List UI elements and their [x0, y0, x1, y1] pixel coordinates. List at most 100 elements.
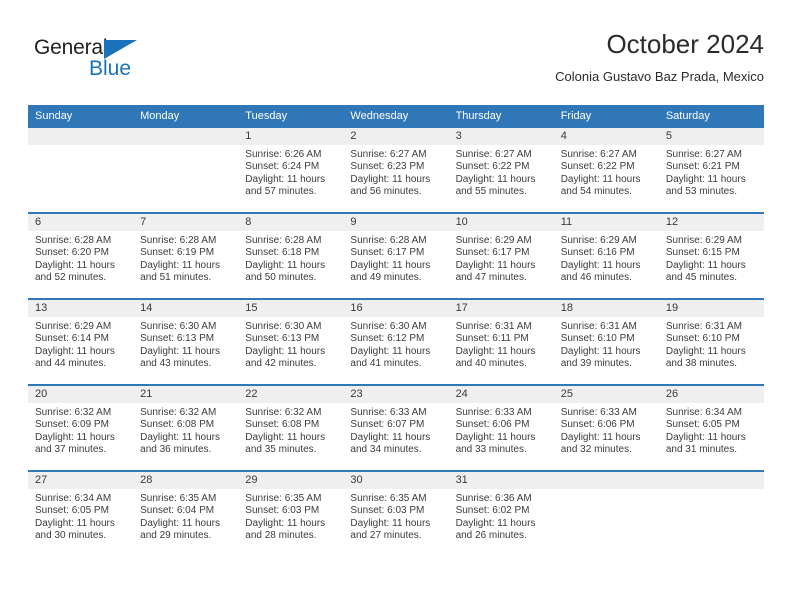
- calendar-day-cell[interactable]: 9 Sunrise: 6:28 AM Sunset: 6:17 PM Daylight…: [343, 212, 449, 299]
- weekday-header-thursday: Thursday: [448, 105, 554, 128]
- day-detail: Sunrise: 6:35 AM Sunset: 6:04 PM Daylight:…: [133, 489, 238, 543]
- day-number: 26: [658, 386, 764, 403]
- day-detail: [133, 145, 238, 149]
- weekday-header-sunday: Sunday: [28, 105, 134, 128]
- sunset-time: Sunset: 6:13 PM: [245, 333, 320, 345]
- calendar-day-cell[interactable]: 10 Sunrise: 6:29 AM Sunset: 6:17 PM Dayligh…: [448, 212, 554, 299]
- sunset-time: Sunset: 6:08 PM: [245, 419, 320, 431]
- daylight-duration-line1: Daylight: 11 hours: [140, 517, 220, 529]
- calendar-day-cell[interactable]: 4 Sunrise: 6:27 AM Sunset: 6:22 PM Daylight…: [553, 128, 659, 213]
- daylight-duration-line2: and 27 minutes.: [350, 530, 422, 542]
- daylight-duration-line2: and 26 minutes.: [455, 530, 527, 542]
- day-number: 27: [28, 472, 134, 489]
- daylight-duration-line1: Daylight: 11 hours: [455, 345, 536, 357]
- daylight-duration-line2: and 33 minutes.: [455, 444, 527, 456]
- calendar-day-cell[interactable]: 12 Sunrise: 6:29 AM Sunset: 6:15 PM Dayligh…: [658, 212, 764, 299]
- day-number: 23: [343, 386, 449, 403]
- calendar-day-cell[interactable]: 2 Sunrise: 6:27 AM Sunset: 6:23 PM Daylight…: [343, 128, 449, 213]
- calendar-day-cell[interactable]: 1 Sunrise: 6:26 AM Sunset: 6:24 PM Daylight…: [238, 128, 344, 213]
- day-number: [553, 472, 659, 489]
- calendar-day-cell[interactable]: 16 Sunrise: 6:30 AM Sunset: 6:12 PM Dayligh…: [343, 298, 449, 385]
- day-number: 28: [133, 472, 239, 489]
- sunset-time: Sunset: 6:05 PM: [35, 505, 109, 517]
- calendar-day-cell[interactable]: 30 Sunrise: 6:35 AM Sunset: 6:03 PM Dayligh…: [343, 470, 449, 556]
- calendar-day-cell[interactable]: 15 Sunrise: 6:30 AM Sunset: 6:13 PM Dayligh…: [238, 298, 344, 385]
- sunset-time: Sunset: 6:16 PM: [560, 247, 635, 259]
- sunrise-time: Sunrise: 6:29 AM: [665, 235, 742, 246]
- calendar-day-cell[interactable]: 7 Sunrise: 6:28 AM Sunset: 6:19 PM Daylight…: [133, 212, 239, 299]
- day-number: 17: [448, 300, 554, 317]
- calendar-day-cell[interactable]: 28 Sunrise: 6:35 AM Sunset: 6:04 PM Dayligh…: [133, 470, 239, 556]
- daylight-duration-line2: and 52 minutes.: [35, 272, 107, 284]
- sunset-time: Sunset: 6:10 PM: [665, 333, 740, 345]
- sunrise-time: Sunrise: 6:31 AM: [665, 321, 742, 332]
- daylight-duration-line1: Daylight: 11 hours: [245, 259, 326, 271]
- daylight-duration-line2: and 28 minutes.: [245, 530, 317, 542]
- calendar-day-cell[interactable]: 24 Sunrise: 6:33 AM Sunset: 6:06 PM Dayligh…: [448, 384, 554, 471]
- day-number: 4: [553, 128, 659, 145]
- calendar-day-cell[interactable]: 6 Sunrise: 6:28 AM Sunset: 6:20 PM Daylight…: [28, 212, 134, 299]
- sunrise-time: Sunrise: 6:33 AM: [455, 407, 532, 418]
- general-blue-logo[interactable]: General Blue: [34, 36, 164, 88]
- day-number: 11: [553, 214, 659, 231]
- daylight-duration-line1: Daylight: 11 hours: [455, 517, 536, 529]
- day-number: 13: [28, 300, 134, 317]
- calendar-day-cell[interactable]: 21 Sunrise: 6:32 AM Sunset: 6:08 PM Dayligh…: [133, 384, 239, 471]
- calendar-day-cell[interactable]: 11 Sunrise: 6:29 AM Sunset: 6:16 PM Dayligh…: [553, 212, 659, 299]
- calendar-day-cell[interactable]: 25 Sunrise: 6:33 AM Sunset: 6:06 PM Dayligh…: [553, 384, 659, 471]
- calendar-day-cell[interactable]: 3 Sunrise: 6:27 AM Sunset: 6:22 PM Daylight…: [448, 128, 554, 213]
- daylight-duration-line2: and 31 minutes.: [665, 444, 738, 456]
- sunset-time: Sunset: 6:14 PM: [35, 333, 109, 345]
- day-number: 5: [658, 128, 764, 145]
- sunset-time: Sunset: 6:18 PM: [245, 247, 320, 259]
- day-number: [28, 128, 134, 145]
- title-block: October 2024 Colonia Gustavo Baz Prada, …: [555, 28, 764, 87]
- sunrise-sunset-calendar: Sunday Monday Tuesday Wednesday Thursday…: [28, 105, 764, 556]
- day-number: 20: [28, 386, 134, 403]
- calendar-day-cell[interactable]: 27 Sunrise: 6:34 AM Sunset: 6:05 PM Dayligh…: [28, 470, 134, 556]
- day-detail: Sunrise: 6:30 AM Sunset: 6:12 PM Daylight:…: [343, 317, 448, 371]
- calendar-day-cell[interactable]: 26 Sunrise: 6:34 AM Sunset: 6:05 PM Dayligh…: [658, 384, 764, 471]
- day-detail: Sunrise: 6:29 AM Sunset: 6:14 PM Daylight:…: [28, 317, 133, 371]
- calendar-week-row: 20 Sunrise: 6:32 AM Sunset: 6:09 PM Dayligh…: [28, 384, 764, 471]
- sunrise-time: Sunrise: 6:27 AM: [455, 149, 532, 160]
- sunset-time: Sunset: 6:17 PM: [455, 247, 530, 259]
- sunset-time: Sunset: 6:23 PM: [350, 161, 425, 173]
- sunset-time: Sunset: 6:04 PM: [140, 505, 215, 517]
- daylight-duration-line1: Daylight: 11 hours: [350, 173, 431, 185]
- day-detail: Sunrise: 6:29 AM Sunset: 6:15 PM Daylight:…: [659, 231, 764, 285]
- calendar-day-cell[interactable]: 19 Sunrise: 6:31 AM Sunset: 6:10 PM Dayligh…: [658, 298, 764, 385]
- page-header: General Blue October 2024 Colonia Gustav…: [28, 28, 764, 96]
- day-detail: Sunrise: 6:31 AM Sunset: 6:11 PM Daylight:…: [449, 317, 554, 371]
- calendar-day-cell[interactable]: 23 Sunrise: 6:33 AM Sunset: 6:07 PM Dayligh…: [343, 384, 449, 471]
- day-number: 3: [448, 128, 554, 145]
- calendar-day-cell[interactable]: 14 Sunrise: 6:30 AM Sunset: 6:13 PM Dayligh…: [133, 298, 239, 385]
- day-number: 25: [553, 386, 659, 403]
- daylight-duration-line2: and 49 minutes.: [350, 272, 422, 284]
- daylight-duration-line1: Daylight: 11 hours: [245, 517, 326, 529]
- calendar-day-cell[interactable]: 20 Sunrise: 6:32 AM Sunset: 6:09 PM Dayligh…: [28, 384, 134, 471]
- day-detail: [28, 145, 133, 149]
- calendar-day-cell[interactable]: 13 Sunrise: 6:29 AM Sunset: 6:14 PM Dayligh…: [28, 298, 134, 385]
- calendar-day-cell[interactable]: 17 Sunrise: 6:31 AM Sunset: 6:11 PM Dayligh…: [448, 298, 554, 385]
- calendar-day-cell-empty: [658, 470, 764, 556]
- calendar-day-cell[interactable]: 22 Sunrise: 6:32 AM Sunset: 6:08 PM Dayligh…: [238, 384, 344, 471]
- daylight-duration-line1: Daylight: 11 hours: [560, 259, 641, 271]
- calendar-day-cell-empty: [553, 470, 659, 556]
- daylight-duration-line2: and 34 minutes.: [350, 444, 422, 456]
- daylight-duration-line1: Daylight: 11 hours: [140, 259, 220, 271]
- calendar-day-cell[interactable]: 8 Sunrise: 6:28 AM Sunset: 6:18 PM Daylight…: [238, 212, 344, 299]
- daylight-duration-line2: and 51 minutes.: [140, 272, 212, 284]
- day-number: 14: [133, 300, 239, 317]
- calendar-day-cell[interactable]: 18 Sunrise: 6:31 AM Sunset: 6:10 PM Dayligh…: [553, 298, 659, 385]
- sunrise-time: Sunrise: 6:28 AM: [35, 235, 112, 246]
- daylight-duration-line1: Daylight: 11 hours: [455, 259, 536, 271]
- sunset-time: Sunset: 6:22 PM: [455, 161, 530, 173]
- calendar-day-cell[interactable]: 31 Sunrise: 6:36 AM Sunset: 6:02 PM Dayligh…: [448, 470, 554, 556]
- sunrise-time: Sunrise: 6:29 AM: [35, 321, 112, 332]
- day-number: 29: [238, 472, 344, 489]
- day-detail: Sunrise: 6:33 AM Sunset: 6:06 PM Daylight:…: [449, 403, 554, 457]
- calendar-day-cell[interactable]: 5 Sunrise: 6:27 AM Sunset: 6:21 PM Daylight…: [658, 128, 764, 213]
- weekday-header-saturday: Saturday: [658, 105, 764, 128]
- calendar-day-cell[interactable]: 29 Sunrise: 6:35 AM Sunset: 6:03 PM Dayligh…: [238, 470, 344, 556]
